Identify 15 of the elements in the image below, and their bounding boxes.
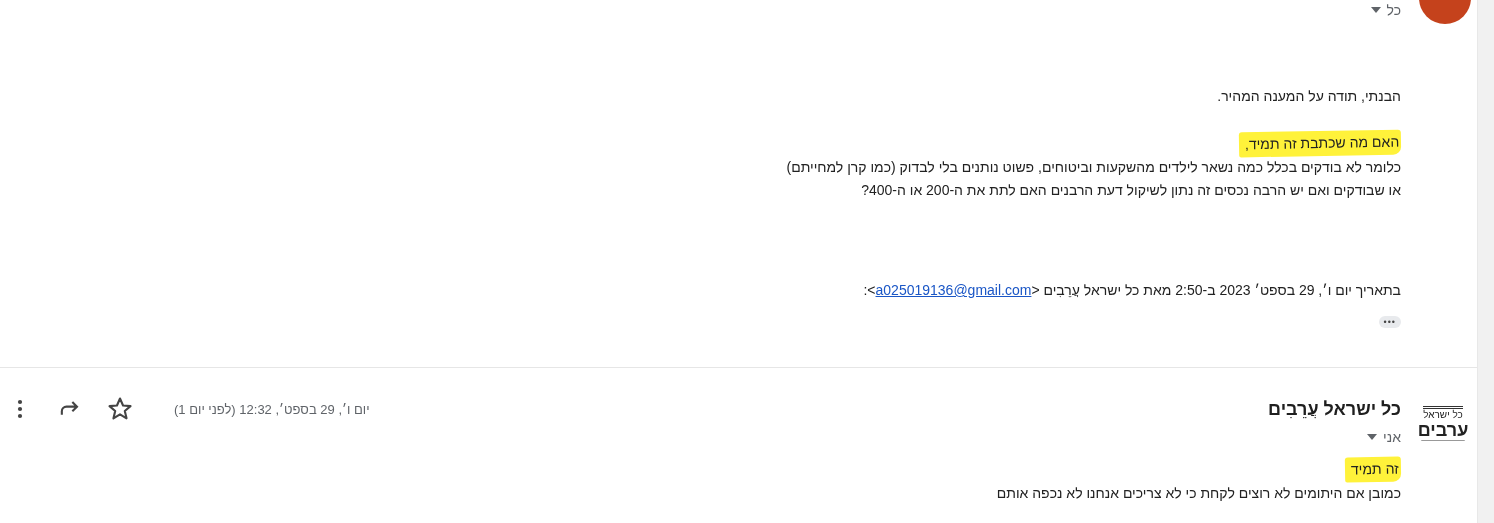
recipient-label: כל <box>1386 2 1401 18</box>
scrollbar[interactable] <box>1477 0 1494 523</box>
message-date: יום ו׳, 29 בספט׳, 12:32 (לפני יום 1) <box>174 401 370 417</box>
recipient-label: אני <box>1383 429 1401 445</box>
show-trimmed-button[interactable]: ••• <box>1378 316 1401 328</box>
caret-icon[interactable] <box>1370 7 1381 13</box>
highlighted-text: זה תמיד <box>1345 456 1402 483</box>
message-text: או שבודקים ואם יש הרבה נכסים זה נתון לשיקול דעת הרבנים האם לתת את ה-200 או ה-400? <box>861 182 1401 198</box>
message-text: הבנתי, תודה על המענה המהיר. <box>1217 88 1401 104</box>
caret-icon[interactable] <box>1367 434 1378 440</box>
message-text: כמובן אם היתומים לא רוצים לקחת כי לא צריכים אנחנו לא נכפה אותם <box>996 485 1401 501</box>
message-text: כלומר לא בודקים בכלל כמה נשאר לילדים מהשקעות וביטוחים, פשוט נותנים בלי לבדוק (כמו קרן למחייתם) <box>786 159 1401 175</box>
sender-name: כל ישראל עֲרֵבִים <box>1268 398 1401 420</box>
highlighted-text: האם מה שכתבת זה תמיד, <box>1238 129 1402 158</box>
email-link[interactable]: a025019136@gmail.com <box>875 282 1032 298</box>
